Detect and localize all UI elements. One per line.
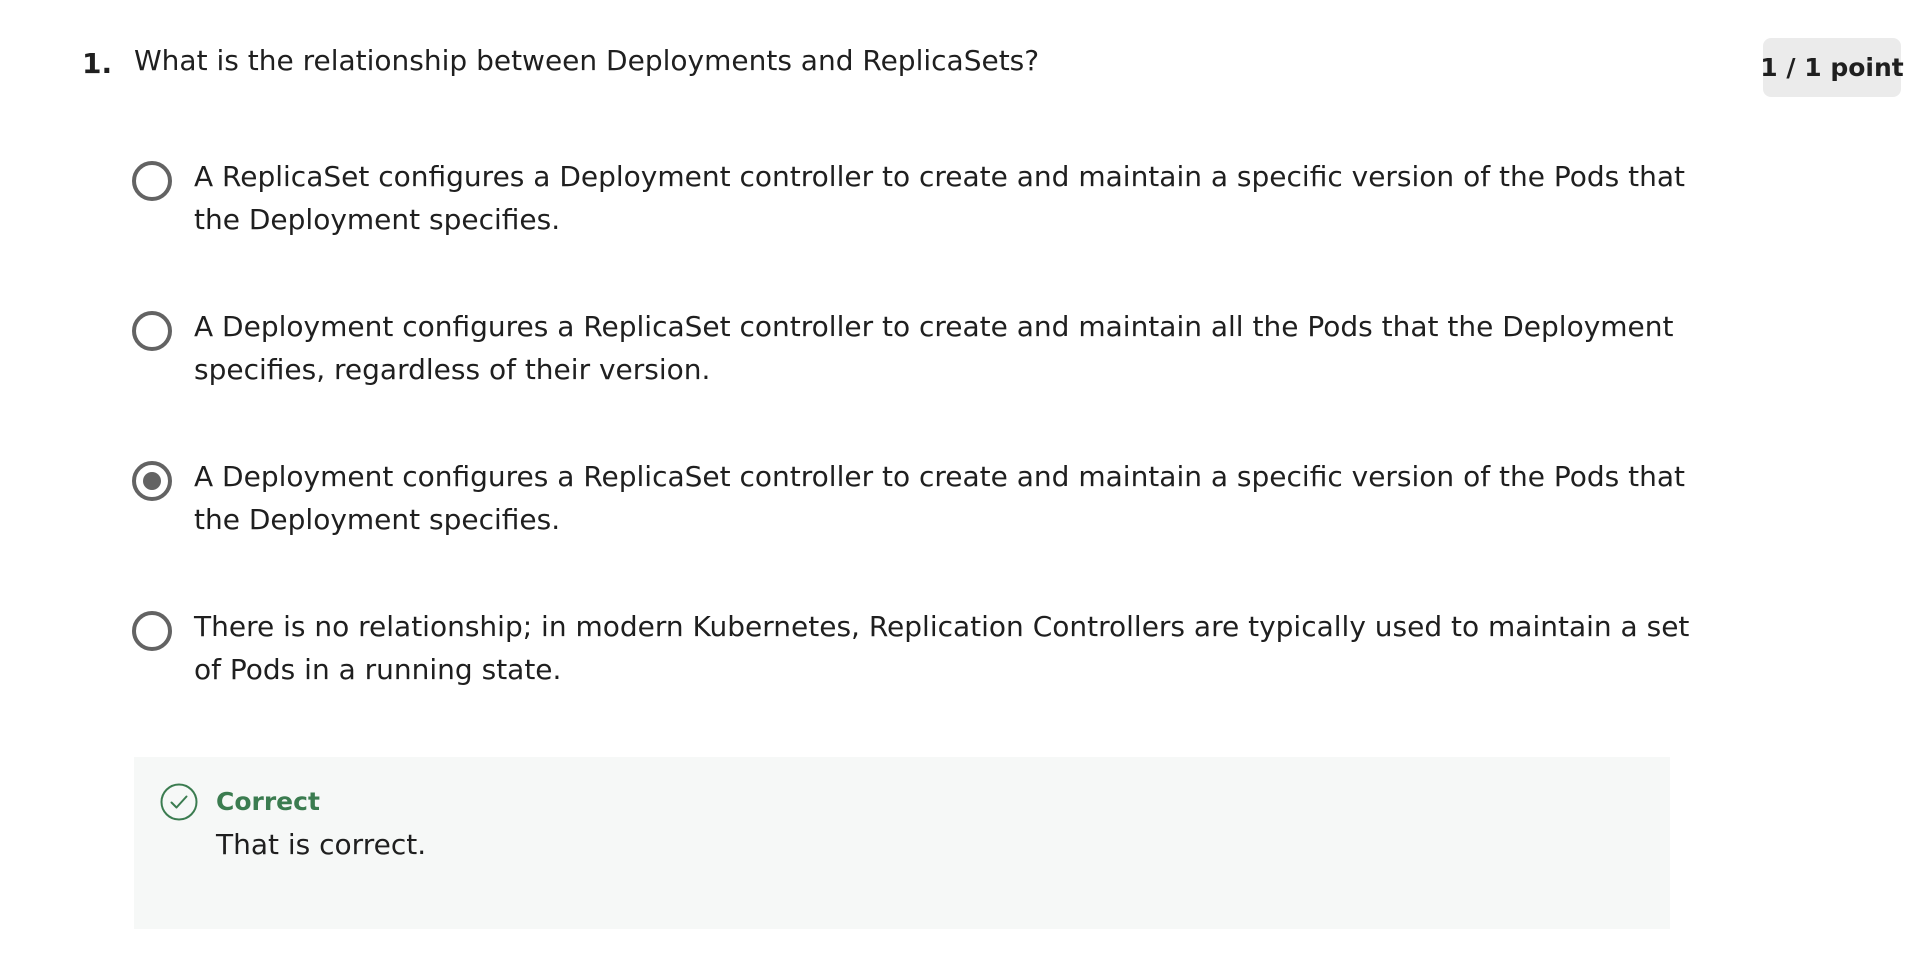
answer-option-1[interactable]: A ReplicaSet configures a Deployment con… — [132, 155, 1692, 305]
quiz-page: 1. What is the relationship between Depl… — [0, 0, 1928, 964]
answer-option-text: A Deployment configures a ReplicaSet con… — [194, 460, 1685, 536]
answer-option-text: A ReplicaSet configures a Deployment con… — [194, 160, 1685, 236]
answer-option-text: There is no relationship; in modern Kube… — [194, 610, 1690, 686]
radio-button[interactable] — [132, 461, 172, 501]
radio-button[interactable] — [132, 311, 172, 351]
question-text: What is the relationship between Deploym… — [134, 44, 1040, 77]
score-badge: 1 / 1 point — [1760, 38, 1904, 97]
radio-button[interactable] — [132, 161, 172, 201]
question-number: 1. — [82, 47, 113, 80]
radio-button[interactable] — [132, 611, 172, 651]
answer-option-2[interactable]: A Deployment configures a ReplicaSet con… — [132, 305, 1692, 455]
answer-option-3[interactable]: A Deployment configures a ReplicaSet con… — [132, 455, 1692, 605]
feedback-text: That is correct. — [216, 828, 427, 861]
answer-option-4[interactable]: There is no relationship; in modern Kube… — [132, 605, 1692, 755]
answer-options: A ReplicaSet configures a Deployment con… — [132, 155, 1692, 755]
answer-option-text: A Deployment configures a ReplicaSet con… — [194, 310, 1674, 386]
feedback-title: Correct — [216, 787, 320, 816]
check-circle-icon — [160, 783, 198, 821]
feedback-panel: Correct That is correct. — [134, 757, 1670, 929]
